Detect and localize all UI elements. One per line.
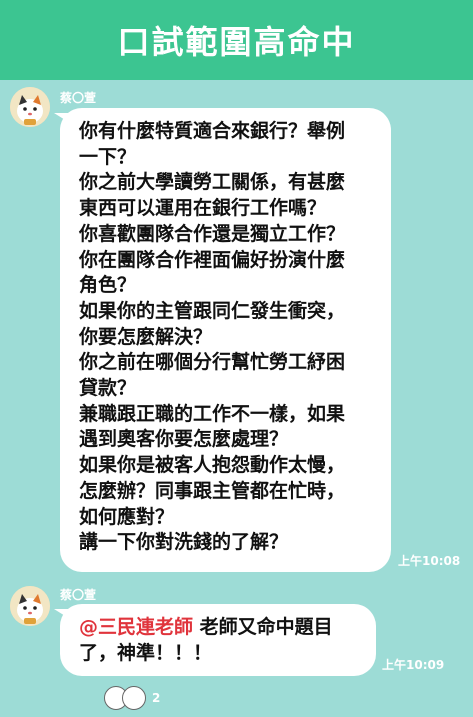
message-bubble[interactable]: 你有什麼特質適合來銀行？舉例 一下？ 你之前大學讀勞工關係，有甚麼 東西可以運用…: [60, 108, 391, 572]
read-receipt[interactable]: 2: [104, 686, 160, 710]
message-timestamp: 上午10:08: [398, 554, 461, 568]
message-line: 遇到奧客你要怎麼處理？: [79, 428, 289, 451]
message-bubble[interactable]: @三民連老師 老師又命中題目 了，神準！！！: [60, 604, 376, 676]
message-line: 兼職跟正職的工作不一樣，如果: [79, 402, 346, 425]
chat-title: 口試範圍高命中: [117, 23, 356, 61]
message-line: 一下？: [79, 145, 137, 168]
message-line: 如果你是被客人抱怨動作太慢，: [79, 454, 346, 477]
message-line: 東西可以運用在銀行工作嗎？: [79, 197, 327, 220]
cat-avatar-icon: [10, 87, 50, 127]
cat-avatar-icon: [10, 586, 50, 626]
read-count: 2: [152, 691, 161, 705]
avatar[interactable]: [10, 87, 50, 127]
message-line: 你有什麼特質適合來銀行？舉例: [79, 120, 346, 142]
message-line: @三民連老師 老師又命中題目: [79, 615, 366, 641]
message-timestamp: 上午10:09: [382, 658, 445, 672]
message-line: 你要怎麼解決？: [79, 325, 213, 348]
sender-name: 蔡〇萱: [60, 91, 97, 105]
sender-name: 蔡〇萱: [60, 588, 97, 602]
message-line: 角色？: [79, 274, 137, 297]
mention-link[interactable]: @三民連老師: [79, 616, 193, 638]
message-line: 你在團隊合作裡面偏好扮演什麼: [79, 248, 346, 271]
message-line: 怎麼辦？同事跟主管都在忙時，: [79, 479, 346, 502]
message-line: 貸款？: [79, 377, 137, 400]
chat-header: 口試範圍高命中: [0, 0, 473, 80]
message-line: 你之前在哪個分行幫忙勞工紓困: [79, 351, 346, 374]
reader-avatar-icon: [122, 686, 146, 710]
message-line: 講一下你對洗錢的了解？: [79, 531, 289, 554]
message-line: 如果你的主管跟同仁發生衝突，: [79, 299, 346, 322]
message-text: 老師又命中題目: [193, 616, 333, 638]
avatar[interactable]: [10, 586, 50, 626]
message-line: 如何應對？: [79, 505, 175, 528]
message-line: 你之前大學讀勞工關係，有甚麼: [79, 171, 346, 194]
message-line: 了，神準！！！: [79, 641, 213, 664]
message-line: 你喜歡團隊合作還是獨立工作？: [79, 222, 346, 245]
